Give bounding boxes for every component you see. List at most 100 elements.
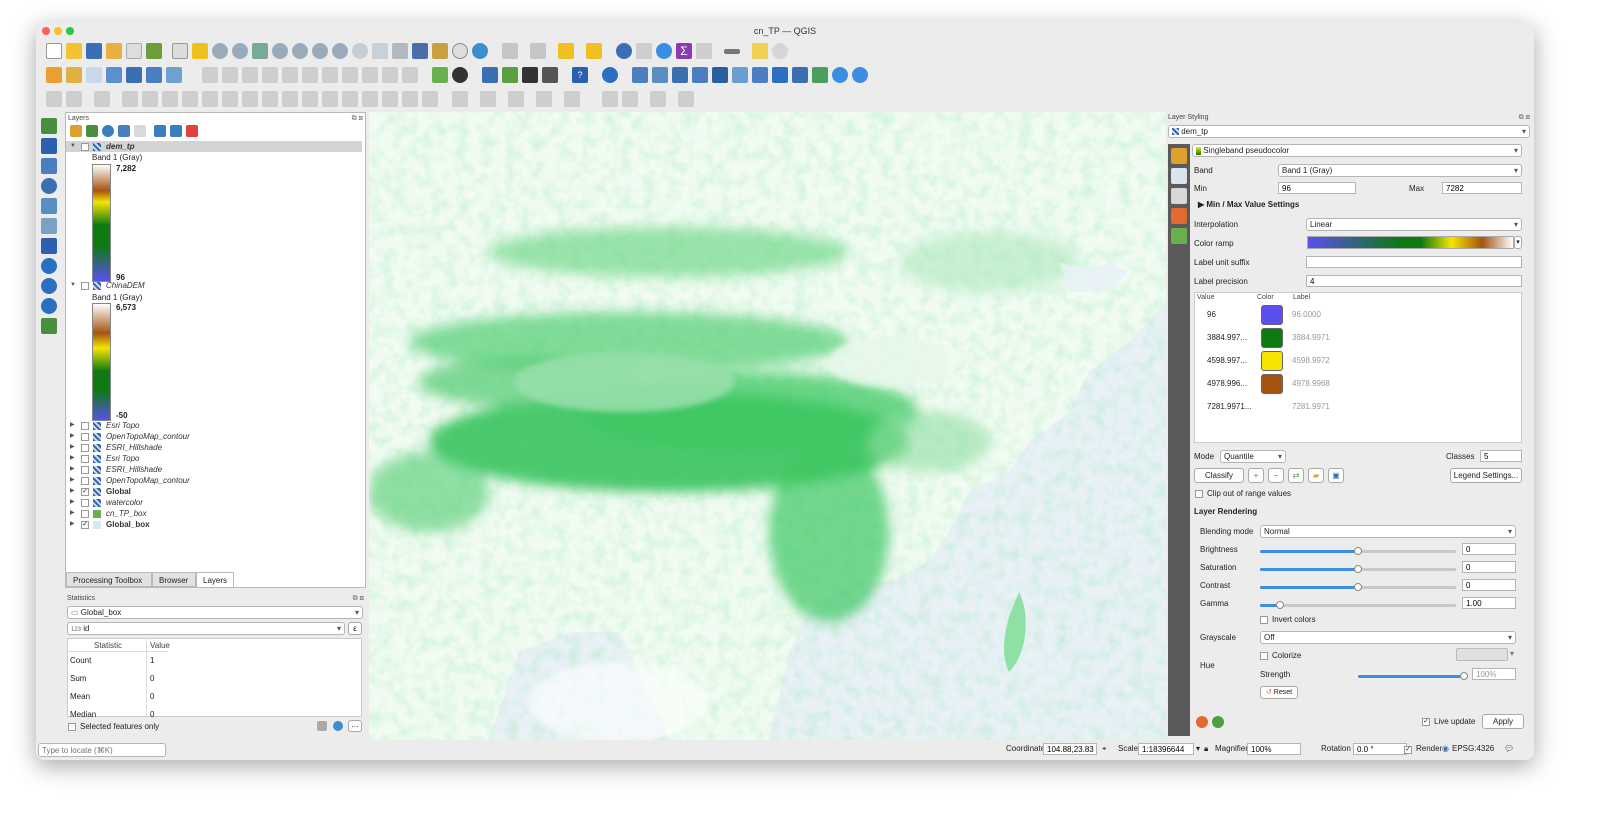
class-value[interactable]: 7281.9971... [1207, 402, 1251, 411]
layer-visibility-checkbox[interactable] [81, 510, 89, 518]
gear-icon[interactable] [832, 67, 848, 83]
toggle-editing-icon[interactable] [202, 67, 218, 83]
toggle-extents-icon[interactable]: ⌖ [1102, 744, 1107, 754]
blending-mode-combo[interactable]: Normal [1260, 525, 1516, 538]
plugin-h-icon[interactable] [772, 67, 788, 83]
expression-button[interactable]: ε [348, 622, 362, 635]
save-as-icon[interactable] [106, 43, 122, 59]
new-vector-layer-icon[interactable] [41, 118, 57, 134]
delete-part-icon[interactable] [182, 91, 198, 107]
layer-visibility-checkbox[interactable] [81, 143, 89, 151]
remove-class-button[interactable]: − [1268, 468, 1284, 483]
plugin-g-icon[interactable] [752, 67, 768, 83]
collapsed-arrow-icon[interactable]: ▶ [70, 420, 75, 431]
slider-handle[interactable] [1460, 672, 1468, 680]
styling-layer-combo[interactable]: dem_tp [1168, 125, 1530, 138]
select-features-icon[interactable] [502, 43, 518, 59]
rectangle-icon[interactable] [536, 91, 552, 107]
split-parts-icon[interactable] [322, 91, 338, 107]
show-bookmarks-icon[interactable] [432, 43, 448, 59]
slider-track[interactable] [1260, 604, 1456, 607]
plugin-d-icon[interactable] [692, 67, 708, 83]
offset-point-icon[interactable] [402, 91, 418, 107]
advanced-digitize-icon[interactable] [46, 91, 62, 107]
rotate-symbols-icon[interactable] [382, 91, 398, 107]
digitizing-icon[interactable] [432, 67, 448, 83]
render-checkbox[interactable]: ✓ [1404, 746, 1412, 754]
identify-icon[interactable] [616, 43, 632, 59]
add-raster-layer-icon[interactable] [86, 67, 102, 83]
move-feature-icon[interactable] [282, 67, 298, 83]
max-input[interactable] [1442, 182, 1522, 194]
select-by-value-icon[interactable] [530, 43, 546, 59]
redo-icon[interactable] [402, 67, 418, 83]
class-label[interactable]: 96.0000 [1292, 310, 1321, 319]
cut-features-icon[interactable] [322, 67, 338, 83]
minmax-settings-toggle[interactable]: ▶ Min / Max Value Settings [1198, 200, 1299, 209]
band-combo[interactable]: Band 1 (Gray) [1278, 164, 1522, 177]
globe-plugin-icon[interactable] [452, 67, 468, 83]
open-project-icon[interactable] [66, 43, 82, 59]
slider-handle[interactable] [1275, 601, 1284, 609]
panel-float-close-buttons[interactable]: ⧉ ⊠ [352, 115, 363, 123]
move-label-icon[interactable] [678, 91, 694, 107]
plugin-b-icon[interactable] [652, 67, 668, 83]
color-ramp-button[interactable] [1307, 236, 1514, 249]
statistics-float-close-buttons[interactable]: ⧉ ⊠ [353, 595, 364, 603]
add-wfs-icon[interactable] [41, 258, 57, 274]
fill-ring-icon[interactable] [142, 91, 158, 107]
coordinate-input[interactable] [1043, 743, 1097, 755]
class-row[interactable]: 4598.997... 4598.9972 [1195, 350, 1521, 373]
collapsed-arrow-icon[interactable]: ▶ [70, 453, 75, 464]
new-raster-icon[interactable] [41, 138, 57, 154]
slider-handle[interactable] [1354, 547, 1362, 555]
color-ramp-dropdown[interactable]: ▾ [1514, 236, 1522, 249]
add-part-icon[interactable] [122, 91, 138, 107]
contrast-slider[interactable] [1260, 583, 1456, 592]
new-virtual-layer-icon[interactable] [41, 218, 57, 234]
copy-features-icon[interactable] [342, 67, 358, 83]
collapse-all-icon[interactable] [170, 125, 182, 137]
class-label[interactable]: 7281.9971 [1292, 402, 1330, 411]
layer-row[interactable]: ▶ Esri Topo [66, 420, 362, 431]
collapsed-arrow-icon[interactable]: ▶ [70, 519, 75, 530]
collapsed-arrow-icon[interactable]: ▶ [70, 486, 75, 497]
new-mesh-icon[interactable] [41, 158, 57, 174]
slider-handle[interactable] [1354, 565, 1362, 573]
layer-row[interactable]: ▶ ✓ Global [66, 486, 362, 497]
measure-line-icon[interactable] [724, 49, 740, 54]
reshape-icon[interactable] [202, 91, 218, 107]
add-vector-tile-icon[interactable] [41, 318, 57, 334]
vertex-tool-icon[interactable] [262, 67, 278, 83]
class-value[interactable]: 4978.996... [1207, 379, 1247, 388]
ellipse-icon[interactable] [508, 91, 524, 107]
brightness-slider[interactable] [1260, 547, 1456, 556]
pan-map-icon[interactable] [172, 43, 188, 59]
split-features-icon[interactable] [302, 91, 318, 107]
zoom-to-layer-icon[interactable] [292, 43, 308, 59]
copy-stats-icon[interactable] [317, 721, 327, 731]
more-options-button[interactable]: … [348, 720, 362, 732]
bookmark-icon[interactable] [412, 43, 428, 59]
add-wms-icon[interactable] [166, 67, 182, 83]
label-unit-suffix-input[interactable] [1306, 256, 1522, 268]
label-precision-input[interactable] [1306, 275, 1522, 287]
class-color-swatch[interactable] [1261, 351, 1283, 371]
messages-icon[interactable]: 💬︎ [1504, 744, 1514, 753]
zoom-last-icon[interactable] [332, 43, 348, 59]
gamma-slider[interactable] [1260, 601, 1456, 610]
class-color-swatch[interactable] [1261, 397, 1283, 417]
plugin-e-icon[interactable] [712, 67, 728, 83]
layer-row[interactable]: ▶ cn_TP_box [66, 508, 362, 519]
layer-visibility-checkbox[interactable] [81, 433, 89, 441]
refresh-stats-icon[interactable] [333, 721, 343, 731]
layer-visibility-checkbox[interactable] [81, 499, 89, 507]
processing-model-icon[interactable] [502, 67, 518, 83]
add-class-button[interactable]: + [1248, 468, 1264, 483]
zoom-next-icon[interactable] [352, 43, 368, 59]
print-layout-icon[interactable] [126, 43, 142, 59]
pin-label-icon[interactable] [622, 91, 638, 107]
scale-input[interactable] [1138, 743, 1194, 755]
save-colormap-button[interactable]: ▣ [1328, 468, 1344, 483]
brightness-spinbox[interactable] [1462, 543, 1516, 555]
